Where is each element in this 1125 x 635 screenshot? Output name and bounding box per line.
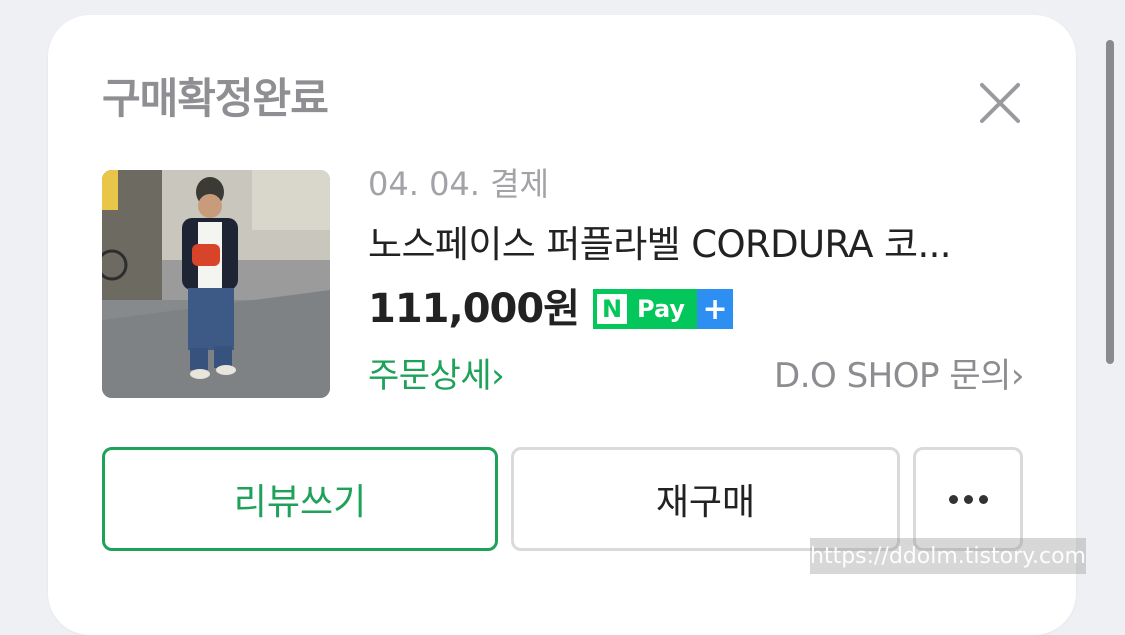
more-dots-icon: [948, 494, 988, 504]
scrollbar[interactable]: [1106, 40, 1114, 364]
chevron-right-icon: ›: [1010, 356, 1025, 396]
write-review-button[interactable]: 리뷰쓰기: [102, 447, 498, 551]
npay-badge: N Pay +: [593, 289, 734, 329]
product-price: 111,000원: [368, 286, 580, 332]
order-detail-label: 주문상세: [368, 356, 492, 396]
shop-inquiry-link[interactable]: D.O SHOP 문의›: [774, 352, 1024, 400]
npay-logo: N Pay: [593, 289, 698, 329]
shop-inquiry-label: D.O SHOP 문의: [774, 356, 1011, 396]
price-row: 111,000원 N Pay +: [368, 282, 734, 336]
chevron-right-icon: ›: [491, 356, 505, 396]
product-photo: [102, 170, 330, 398]
page-title: 구매확정완료: [102, 74, 329, 123]
more-options-button[interactable]: [913, 447, 1023, 551]
product-thumbnail[interactable]: [102, 170, 330, 398]
npay-n-icon: N: [597, 294, 627, 324]
payment-date: 04. 04. 결제: [368, 165, 550, 203]
watermark: https://ddolm.tistory.com: [810, 538, 1086, 574]
repurchase-button[interactable]: 재구매: [511, 447, 900, 551]
npay-text: Pay: [637, 295, 686, 323]
order-detail-link[interactable]: 주문상세›: [368, 352, 505, 400]
npay-plus-icon: +: [697, 289, 734, 329]
close-icon: [980, 83, 1020, 123]
product-name[interactable]: 노스페이스 퍼플라벨 CORDURA 코...: [368, 219, 1028, 271]
close-button[interactable]: [976, 79, 1024, 127]
